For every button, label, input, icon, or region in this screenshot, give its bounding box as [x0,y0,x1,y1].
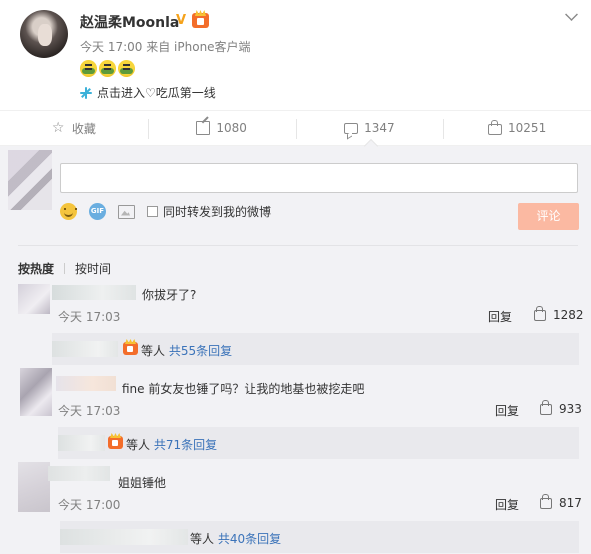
comment-time: 今天 17:03 [58,404,121,418]
commenter-name[interactable] [52,285,136,300]
weibo-post: 赵温柔Moonla V 今天 17:00 来自 iPhone客户端 点击进入♡吃… [0,0,591,110]
post-time[interactable]: 今天 17:00 [80,40,142,54]
commenter-name[interactable] [48,466,110,481]
submit-comment-button[interactable]: 评论 [518,203,579,230]
comment-icon [344,122,359,134]
link-sparkle-icon [80,86,92,99]
vomit-emoji-icon [118,60,135,77]
replies-count-link[interactable]: 共71条回复 [154,438,217,452]
comment-text: 你拔牙了? [142,288,197,302]
comment-like-count: 933 [559,402,582,416]
author-name[interactable]: 赵温柔Moonla [80,12,179,32]
commenter-avatar[interactable] [18,462,50,512]
post-content [80,60,137,78]
favorite-label: 收藏 [71,121,96,136]
comment-like-button[interactable]: 1282 [534,305,584,322]
comment-like-count: 1282 [553,308,584,322]
reply-button[interactable]: 回复 [495,402,519,419]
comment-time: 今天 17:00 [58,498,121,512]
repost-checkbox[interactable] [147,206,158,217]
like-count: 10251 [508,121,547,135]
tab-sort-time[interactable]: 按时间 [75,260,111,277]
reply-user-name[interactable] [60,529,188,545]
verified-icon: V [176,13,187,28]
tab-sort-hot[interactable]: 按热度 [18,260,54,277]
commenter-name[interactable] [56,376,116,391]
replies-count-link[interactable]: 共55条回复 [169,344,232,358]
vomit-emoji-icon [80,60,97,77]
commenter-avatar[interactable] [20,368,52,416]
sort-tabs: 按热度 按时间 [18,260,111,277]
thumbs-up-icon [488,119,503,135]
replies-summary-text: 等人 共71条回复 [126,436,217,453]
replies-summary[interactable]: 等人 共40条回复 [60,521,579,553]
comment-text: fine 前女友也锤了吗？让我的地基也被挖走吧 [122,382,365,396]
comment-text: 姐姐锤他 [118,476,167,490]
vomit-emoji-icon [99,60,116,77]
replies-count-link[interactable]: 共40条回复 [218,532,281,546]
repost-count: 1080 [216,121,247,135]
post-action-bar: ☆ 收藏 1080 1347 10251 [0,110,591,146]
current-user-avatar [8,150,52,210]
chevron-down-icon[interactable] [565,8,578,21]
reply-user-name[interactable] [52,341,118,357]
reply-button[interactable]: 回复 [495,496,519,513]
repost-icon [196,121,211,135]
replies-prefix: 等人 [141,344,166,358]
comment-time: 今天 17:03 [58,310,121,324]
emoji-icon[interactable] [60,203,77,220]
image-icon[interactable] [118,204,135,219]
composer-tools: GIF 同时转发到我的微博 [60,203,271,220]
replies-prefix: 等人 [190,532,215,546]
tab-separator [64,263,66,274]
replies-summary-text: 等人 共55条回复 [141,342,232,359]
post-link[interactable]: 点击进入♡吃瓜第一线 [80,84,216,101]
star-icon: ☆ [51,120,65,136]
replies-prefix: 等人 [126,438,151,452]
comment-panel: GIF 同时转发到我的微博 评论 按热度 按时间 你拔牙了? 今天 17:03 … [0,146,591,554]
comment-like-count: 817 [559,496,582,510]
divider [18,245,578,246]
repost-button[interactable]: 1080 [147,111,296,145]
comment-input[interactable] [60,163,578,193]
replies-summary-text: 等人 共40条回复 [190,530,281,547]
post-meta: 今天 17:00 来自 iPhone客户端 [80,38,251,55]
member-crown-icon [108,436,123,449]
member-crown-icon[interactable] [192,13,209,28]
replies-summary[interactable]: 等人 共71条回复 [58,427,579,459]
post-source: 来自 iPhone客户端 [146,40,251,54]
author-avatar[interactable] [20,10,68,58]
gif-icon[interactable]: GIF [89,203,106,220]
comment-count: 1347 [364,121,395,135]
comment-like-button[interactable]: 817 [540,493,582,510]
reply-button[interactable]: 回复 [488,308,512,325]
repost-checkbox-label[interactable]: 同时转发到我的微博 [163,203,271,220]
member-crown-icon [123,342,138,355]
thumbs-up-icon [540,493,552,509]
post-link-text[interactable]: 点击进入♡吃瓜第一线 [97,84,216,101]
reply-user-name[interactable] [58,435,105,451]
thumbs-up-icon [540,399,552,415]
like-button[interactable]: 10251 [443,111,591,145]
commenter-avatar[interactable] [18,284,50,314]
comment-like-button[interactable]: 933 [540,399,582,416]
favorite-button[interactable]: ☆ 收藏 [0,111,148,145]
replies-summary[interactable]: 等人 共55条回复 [52,333,579,365]
thumbs-up-icon [534,305,546,321]
